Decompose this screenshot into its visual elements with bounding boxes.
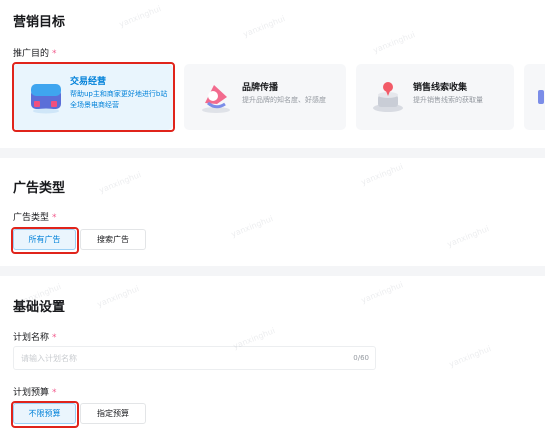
goal-name-leads: 销售线索收集	[413, 83, 468, 93]
required-mark: *	[52, 213, 57, 223]
budget-specified-button[interactable]: 指定预算	[80, 403, 146, 424]
partial-card-icon	[538, 90, 544, 104]
required-mark: *	[52, 388, 57, 398]
section-title-basic-settings: 基础设置	[13, 300, 66, 315]
goal-desc-trade: 帮助up主和商家更好地进行b站全场景电商经营	[70, 90, 168, 109]
required-mark: *	[52, 49, 57, 59]
goal-card-more[interactable]	[524, 64, 545, 130]
plan-budget-label: 计划预算 *	[13, 388, 57, 398]
plan-name-counter: 0/60	[353, 354, 369, 362]
shopping-box-icon	[31, 84, 61, 114]
megaphone-icon	[202, 85, 230, 113]
plan-name-placeholder: 请输入计划名称	[21, 354, 77, 363]
ad-type-all-button[interactable]: 所有广告	[13, 229, 76, 250]
ad-type-section: 广告类型 广告类型 * 所有广告 搜索广告	[0, 158, 545, 266]
marketing-goal-section: 营销目标 推广目的 * 交易经营 帮助up主和商家更好地进行b站全场景电商经营 品…	[0, 0, 545, 148]
goal-desc-brand: 提升品牌的知名度、好感度	[242, 96, 326, 104]
section-title-marketing-goal: 营销目标	[13, 15, 66, 30]
required-mark: *	[52, 333, 57, 343]
promotion-purpose-label: 推广目的 *	[13, 49, 57, 59]
basic-settings-section: 基础设置 计划名称 * 请输入计划名称 0/60 计划预算 * 不限预算 指定预算	[0, 276, 545, 433]
goal-name-trade: 交易经营	[70, 77, 107, 87]
goal-card-leads[interactable]: 销售线索收集 提升销售线索的获取量	[356, 64, 514, 130]
budget-unlimited-button[interactable]: 不限预算	[13, 403, 76, 424]
plan-name-label: 计划名称 *	[13, 333, 57, 343]
goal-desc-leads: 提升销售线索的获取量	[413, 96, 483, 104]
goal-name-brand: 品牌传播	[242, 83, 279, 93]
section-title-ad-type: 广告类型	[13, 181, 66, 196]
ad-type-label: 广告类型 *	[13, 213, 57, 223]
goal-card-trade[interactable]: 交易经营 帮助up主和商家更好地进行b站全场景电商经营	[13, 64, 173, 130]
ad-type-search-button[interactable]: 搜索广告	[80, 229, 146, 250]
leads-cylinder-icon	[373, 82, 403, 112]
plan-name-input[interactable]: 请输入计划名称 0/60	[13, 346, 376, 370]
goal-card-brand[interactable]: 品牌传播 提升品牌的知名度、好感度	[184, 64, 346, 130]
